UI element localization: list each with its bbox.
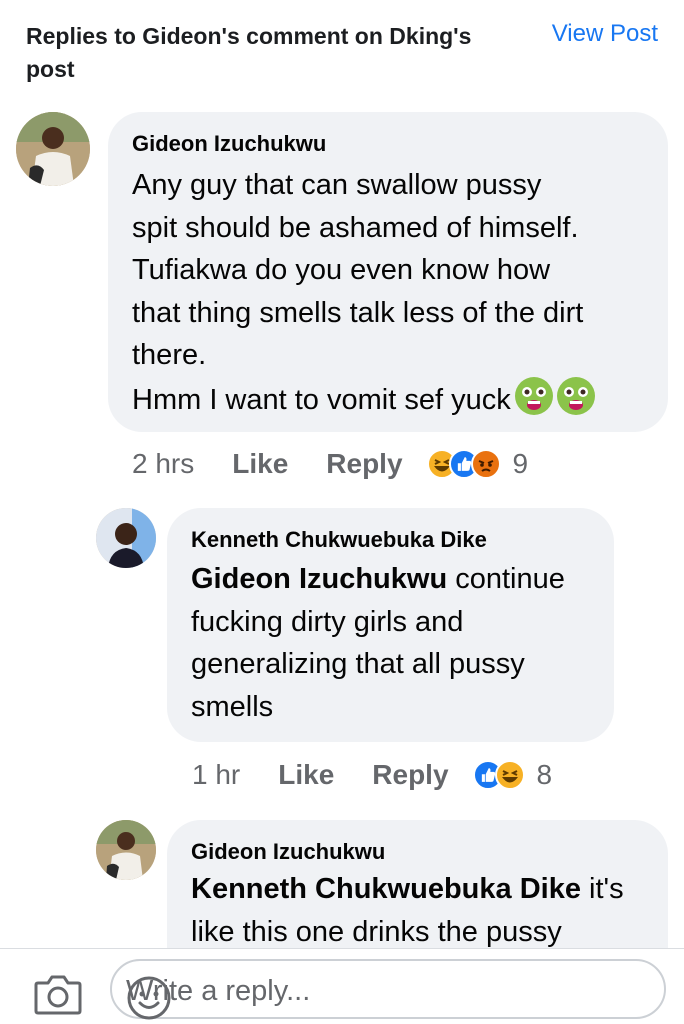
comment-line: there. [132, 339, 207, 371]
avatar[interactable] [96, 508, 156, 568]
comment-author[interactable]: Kenneth Chukwuebuka Dike [191, 526, 487, 554]
comment-text: Any guy that can swallow pussy spit shou… [132, 164, 595, 421]
view-post-link[interactable]: View Post [552, 20, 658, 48]
reply-button[interactable]: Reply [326, 448, 402, 480]
comment-line: that thing smells talk less of the dirt [132, 296, 584, 329]
smiley-icon[interactable] [126, 975, 172, 1021]
comment-line: smells [191, 690, 274, 723]
comment-meta: 1 hr Like Reply 8 [192, 759, 552, 791]
comment-line: fucking dirty girls and [191, 605, 464, 638]
mention-link[interactable]: Kenneth Chukwuebuka Dike [191, 873, 581, 905]
reply-button[interactable]: Reply [372, 759, 448, 791]
avatar-photo-gideon [96, 820, 156, 880]
comment-line-first: Kenneth Chukwuebuka Dike it's [191, 873, 624, 905]
comment-line-last: Hmm I want to vomit sef yuck [132, 376, 595, 422]
comment-text: Gideon Izuchukwu continue fucking dirty … [191, 558, 565, 728]
comment-line-first: Gideon Izuchukwu continue [191, 563, 565, 595]
reactions-summary[interactable]: 8 [472, 759, 553, 791]
comment-author[interactable]: Gideon Izuchukwu [191, 838, 385, 866]
reaction-count: 8 [536, 759, 553, 790]
comment-meta: 2 hrs Like Reply 9 [132, 448, 528, 480]
like-button[interactable]: Like [278, 759, 334, 791]
reaction-count: 9 [512, 448, 529, 479]
comment-time[interactable]: 2 hrs [132, 448, 194, 480]
haha-reaction-icon [494, 760, 525, 790]
avatar-photo-kenneth [96, 508, 156, 568]
comment-text: Kenneth Chukwuebuka Dike it's like this … [191, 868, 624, 953]
comment-line: spit should be ashamed of himself. [132, 211, 579, 244]
reply-composer: Write a reply... [0, 948, 684, 1024]
page-title: Replies to Gideon's comment on Dking's p… [26, 23, 472, 82]
like-button[interactable]: Like [232, 448, 288, 480]
avatar-photo-gideon [16, 112, 90, 186]
reply-bubble: Kenneth Chukwuebuka Dike Gideon Izuchukw… [167, 508, 614, 742]
reply-input[interactable]: Write a reply... [110, 959, 666, 1021]
comment-line: generalizing that all pussy [191, 648, 525, 680]
camera-icon[interactable] [34, 973, 82, 1015]
reactions-summary[interactable]: 9 [426, 448, 529, 480]
avatar[interactable] [16, 112, 90, 186]
header: Replies to Gideon's comment on Dking's p… [0, 0, 684, 100]
comment-line: Any guy that can swallow pussy [132, 169, 542, 201]
comment-bubble: Gideon Izuchukwu Any guy that can swallo… [108, 112, 668, 432]
avatar[interactable] [96, 820, 156, 880]
comment-line: Tufiakwa do you even know how [132, 254, 551, 286]
comment-author[interactable]: Gideon Izuchukwu [132, 130, 326, 158]
nauseated-face-emoji-icon [514, 376, 553, 415]
comment-time[interactable]: 1 hr [192, 759, 240, 791]
comment-line: like this one drinks the pussy [191, 915, 562, 948]
mention-link[interactable]: Gideon Izuchukwu [191, 563, 447, 595]
nauseated-face-emoji-icon [556, 376, 595, 415]
angry-reaction-icon [470, 449, 501, 479]
